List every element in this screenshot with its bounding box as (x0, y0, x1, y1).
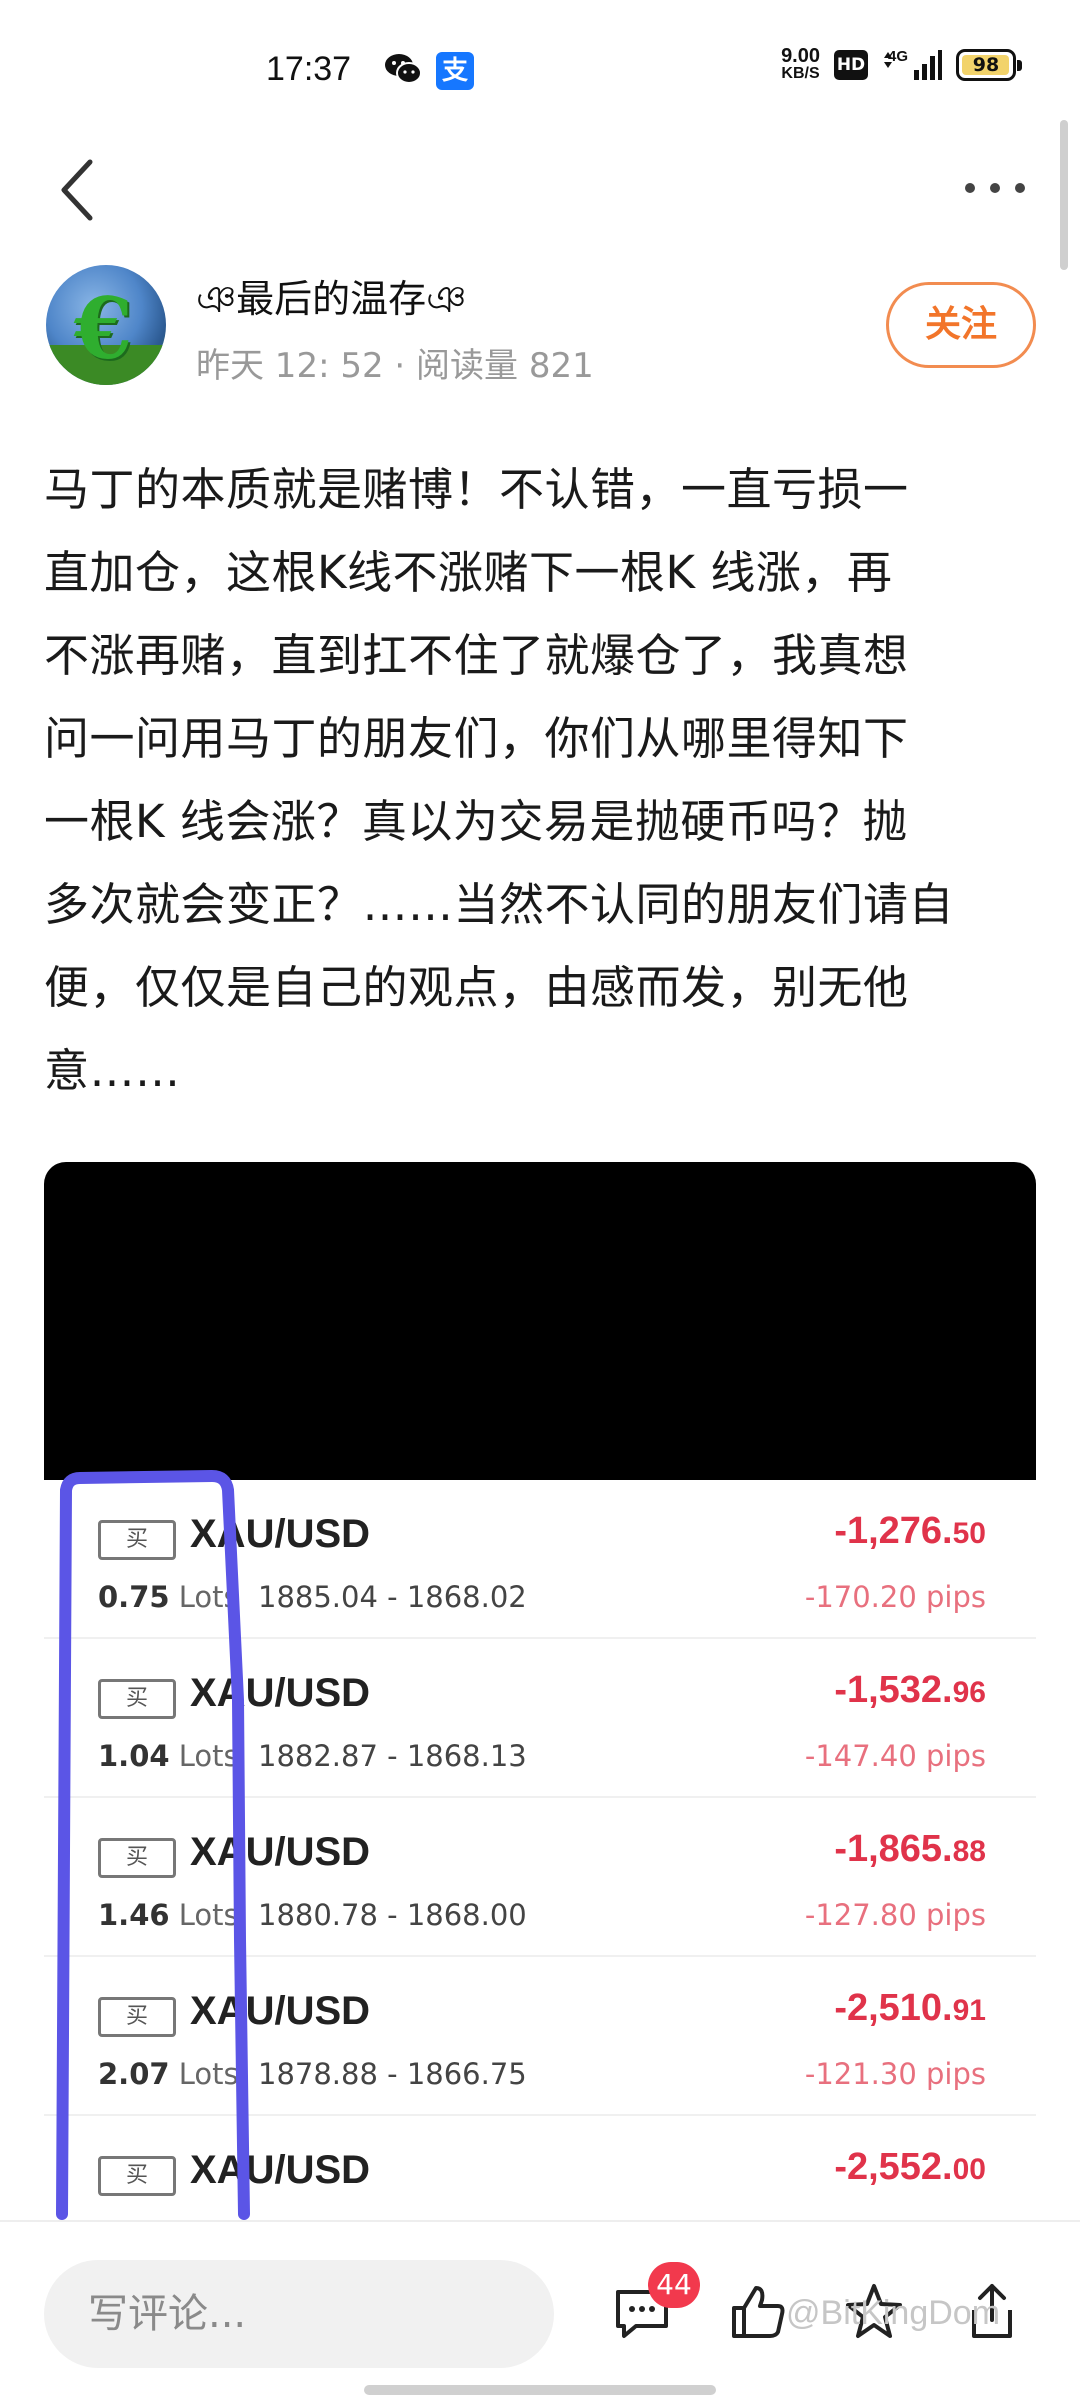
trade-row: 买 XAU/USD -2,552.00 (44, 2116, 1036, 2222)
battery-icon: 98 (956, 49, 1022, 81)
trade-symbol: XAU/USD (190, 1989, 371, 2033)
trade-pips: -121.30 pips (804, 2057, 986, 2091)
wechat-icon (385, 54, 422, 84)
trade-pips: -170.20 pips (804, 1580, 986, 1614)
battery-level: 98 (972, 54, 1000, 76)
post-line: 不涨再赌，直到扛不住了就爆仓了，我真想 (44, 629, 909, 682)
network-speed-unit: KB/S (781, 65, 820, 82)
trade-price-range: 1878.88 - 1866.75 (258, 2057, 527, 2091)
post-image[interactable]: 买 XAU/USD 0.75 Lots 1885.04 - 1868.02 -1… (44, 1162, 1036, 2222)
watermark: @BitKingDom (786, 2294, 1001, 2332)
signal-icon: 4G (882, 48, 942, 82)
post-line: 意…… (44, 1044, 181, 1097)
trade-symbol: XAU/USD (190, 1512, 371, 1556)
trade-profit-loss: -2,552.00 (834, 2146, 986, 2188)
comment-input[interactable] (44, 2260, 554, 2368)
post-line: 问一问用马丁的朋友们，你们从哪里得知下 (44, 712, 909, 765)
network-speed-value: 9.00 (781, 45, 820, 67)
more-options-button[interactable] (960, 176, 1030, 200)
like-icon[interactable] (726, 2280, 790, 2344)
bottom-action-bar: 44 @BitKingDom (0, 2220, 1080, 2400)
trade-price-range: 1882.87 - 1868.13 (258, 1739, 527, 1773)
trade-pips: -127.80 pips (804, 1898, 986, 1932)
network-speed: 9.00 KB/S (781, 45, 820, 82)
avatar[interactable]: € (46, 265, 166, 385)
alipay-icon: 支 (436, 52, 474, 90)
trade-symbol: XAU/USD (190, 2148, 371, 2192)
scrollbar[interactable] (1060, 120, 1068, 270)
buy-tag: 买 (98, 1679, 176, 1719)
trade-row: 买 XAU/USD 1.04 Lots 1882.87 - 1868.13 -1… (44, 1639, 1036, 1798)
buy-tag: 买 (98, 1520, 176, 1560)
post-meta: 昨天 12: 52 · 阅读量 821 (196, 346, 594, 386)
trade-lots: 0.75 Lots (98, 1580, 239, 1614)
trade-profit-loss: -2,510.91 (834, 1987, 986, 2029)
author-name[interactable]: ঞ最后的温存ঞ (196, 268, 466, 334)
hd-icon: HD (834, 50, 868, 80)
status-bar: 17:37 支 9.00 KB/S HD 4G 98 (0, 0, 1080, 140)
trade-row: 买 XAU/USD 2.07 Lots 1878.88 - 1866.75 -2… (44, 1957, 1036, 2116)
trade-symbol: XAU/USD (190, 1830, 371, 1874)
trade-row: 买 XAU/USD 0.75 Lots 1885.04 - 1868.02 -1… (44, 1480, 1036, 1639)
post-line: 马丁的本质就是赌博！不认错，一直亏损一 (44, 463, 909, 516)
buy-tag: 买 (98, 1997, 176, 2037)
trade-profit-loss: -1,865.88 (834, 1828, 986, 1870)
post-line: 便，仅仅是自己的观点，由感而发，别无他 (44, 961, 909, 1014)
back-button[interactable] (50, 152, 110, 228)
trade-lots: 1.46 Lots (98, 1898, 239, 1932)
status-indicators: 9.00 KB/S HD 4G 98 (781, 45, 1022, 82)
trade-row: 买 XAU/USD 1.46 Lots 1880.78 - 1868.00 -1… (44, 1798, 1036, 1957)
trade-price-range: 1885.04 - 1868.02 (258, 1580, 527, 1614)
trade-profit-loss: -1,276.50 (834, 1510, 986, 1552)
status-time: 17:37 (266, 50, 352, 88)
post-line: 直加仓，这根K线不涨赌下一根K 线涨，再 (44, 546, 893, 599)
buy-tag: 买 (98, 1838, 176, 1878)
post-body: 马丁的本质就是赌博！不认错，一直亏损一 直加仓，这根K线不涨赌下一根K 线涨，再… (44, 448, 1044, 1112)
trade-lots: 2.07 Lots (98, 2057, 239, 2091)
trade-pips: -147.40 pips (804, 1739, 986, 1773)
trade-price-range: 1880.78 - 1868.00 (258, 1898, 527, 1932)
post-line: 一根K 线会涨？真以为交易是抛硬币吗？抛 (44, 795, 908, 848)
buy-tag: 买 (98, 2156, 176, 2196)
trade-lots: 1.04 Lots (98, 1739, 239, 1773)
post-line: 多次就会变正？……当然不认同的朋友们请自 (44, 878, 955, 931)
home-indicator[interactable] (364, 2385, 716, 2395)
follow-button[interactable]: 关注 (886, 282, 1036, 368)
trade-symbol: XAU/USD (190, 1671, 371, 1715)
comment-count-badge: 44 (648, 2262, 700, 2308)
trade-profit-loss: -1,532.96 (834, 1669, 986, 1711)
redacted-area (44, 1162, 1036, 1480)
